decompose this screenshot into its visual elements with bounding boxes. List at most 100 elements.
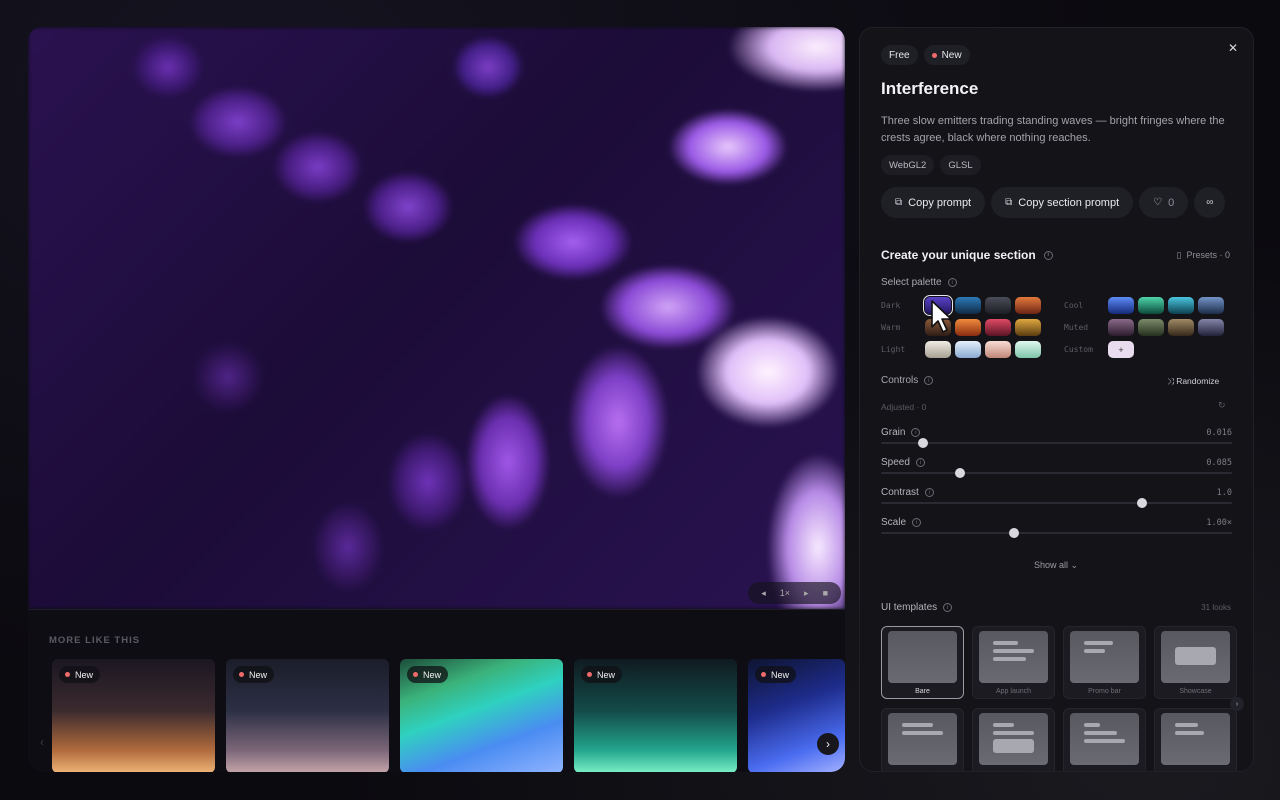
templates-title: UI templates i [881,602,953,613]
palette-swatch[interactable] [1015,341,1041,358]
slider-track[interactable] [881,472,1232,474]
palette-swatch[interactable] [985,319,1011,336]
palette-swatch[interactable] [1015,297,1041,314]
slider-contrast: Contrast i 1.0 [881,487,1232,517]
info-icon[interactable]: i [912,518,922,527]
stop-button[interactable]: ■ [818,588,833,598]
tag-webgl2[interactable]: WebGL2 [881,155,935,175]
new-badge: New [923,45,970,65]
templates-label: UI templates [881,602,938,613]
info-icon[interactable]: i [1043,250,1053,260]
info-icon[interactable]: i [911,428,921,437]
template-card[interactable] [881,708,964,771]
palette-swatch[interactable] [925,341,951,358]
info-icon[interactable]: i [924,488,934,497]
template-card[interactable] [1154,708,1237,771]
randomize-button[interactable]: ⤨ Randomize [1167,376,1219,387]
swatches-light [925,341,1041,358]
chevron-left-icon[interactable]: ‹ [40,735,44,749]
palette-group-dark: Dark [881,301,901,310]
reset-icon[interactable]: ↻ [1218,400,1226,411]
playback-speed-button[interactable]: 1× [775,588,795,598]
info-icon[interactable]: i [943,603,953,612]
free-badge: Free [881,45,918,65]
template-preview [1161,631,1230,683]
palette-swatch[interactable] [1168,319,1194,336]
template-preview [1161,713,1230,765]
step-back-button[interactable]: ◂ [756,588,771,599]
shader-canvas[interactable] [28,27,845,609]
step-forward-button[interactable]: ▸ [799,588,814,599]
share-link-button[interactable]: ∞ [1194,187,1226,218]
palette-swatch[interactable] [1108,297,1134,314]
palette-swatch[interactable] [985,297,1011,314]
dot-icon [761,672,766,677]
badge-label: New [597,669,616,680]
adjusted-count: Adjusted · 0 [881,402,927,412]
shuffle-icon: ⤨ [1167,376,1174,386]
related-item-1[interactable]: New [52,659,215,772]
related-item-2[interactable]: New [226,659,389,772]
palette-swatch[interactable] [1198,297,1224,314]
tag-glsl[interactable]: GLSL [940,155,981,175]
template-bars [1175,647,1216,669]
description: Three slow emitters trading standing wav… [881,115,1225,144]
dot-icon [65,672,70,677]
slider-grain: Grain i 0.016 [881,427,1232,457]
template-card[interactable] [1063,708,1146,771]
template-card[interactable]: Bare [881,626,964,699]
palette-swatch[interactable] [955,341,981,358]
badge-label: New [941,49,962,61]
related-item-3[interactable]: New [400,659,563,772]
slider-thumb[interactable] [918,438,929,448]
template-preview [1070,713,1139,765]
palette-swatch[interactable] [985,341,1011,358]
slider-thumb[interactable] [954,468,965,478]
slider-value: 0.016 [1206,428,1232,438]
slider-track[interactable] [881,532,1232,534]
info-icon[interactable]: i [924,376,934,385]
palette-swatch[interactable] [1168,297,1194,314]
link-icon: ∞ [1206,197,1214,208]
template-card[interactable] [972,708,1055,771]
close-icon[interactable]: ✕ [1224,39,1242,57]
palette-swatch[interactable] [955,297,981,314]
copy-icon: ⧉ [1005,197,1013,208]
palette-swatch[interactable] [1198,319,1224,336]
presets-button[interactable]: ▯ Presets · 0 [1177,250,1230,261]
more-like-this: MORE LIKE THIS New New New New New ‹ › [28,609,845,772]
palette-swatch[interactable] [1138,319,1164,336]
slider-track[interactable] [881,442,1232,444]
detail-panel: ✕ Free New Interference Three slow emitt… [859,27,1254,772]
palette-group-custom: Custom [1064,345,1093,354]
dot-icon [587,672,592,677]
template-card[interactable]: App launch [972,626,1055,699]
chevron-right-icon[interactable]: › [817,733,839,755]
slider-scale: Scale i 1.00× [881,517,1232,547]
palette-swatch[interactable] [1138,297,1164,314]
palette-swatch[interactable] [1108,319,1134,336]
info-icon[interactable]: i [915,458,925,467]
palette-group-warm: Warm [881,323,901,332]
slider-label: Contrast i [881,487,934,498]
related-item-5[interactable]: New [748,659,845,772]
like-button[interactable]: ♡ 0 [1139,187,1189,218]
slider-track[interactable] [881,502,1232,504]
info-icon[interactable]: i [947,278,957,287]
palette-swatch[interactable] [1015,319,1041,336]
add-custom-palette-button[interactable]: + [1108,341,1134,358]
template-preview [888,631,957,683]
slider-thumb[interactable] [1009,528,1020,538]
section-title: Create your unique section i [881,248,1053,262]
template-card[interactable]: Promo bar [1063,626,1146,699]
template-card[interactable]: Showcase [1154,626,1237,699]
show-all-button[interactable]: Show all ⌄ [1034,560,1078,571]
copy-section-prompt-button[interactable]: ⧉ Copy section prompt [991,187,1134,218]
new-badge: New [407,666,449,683]
copy-prompt-button[interactable]: ⧉ Copy prompt [881,187,986,218]
related-item-4[interactable]: New [574,659,737,772]
palette-swatch[interactable] [955,319,981,336]
chevron-right-icon[interactable]: › [1230,697,1244,711]
new-badge: New [59,666,101,683]
slider-thumb[interactable] [1137,498,1148,508]
